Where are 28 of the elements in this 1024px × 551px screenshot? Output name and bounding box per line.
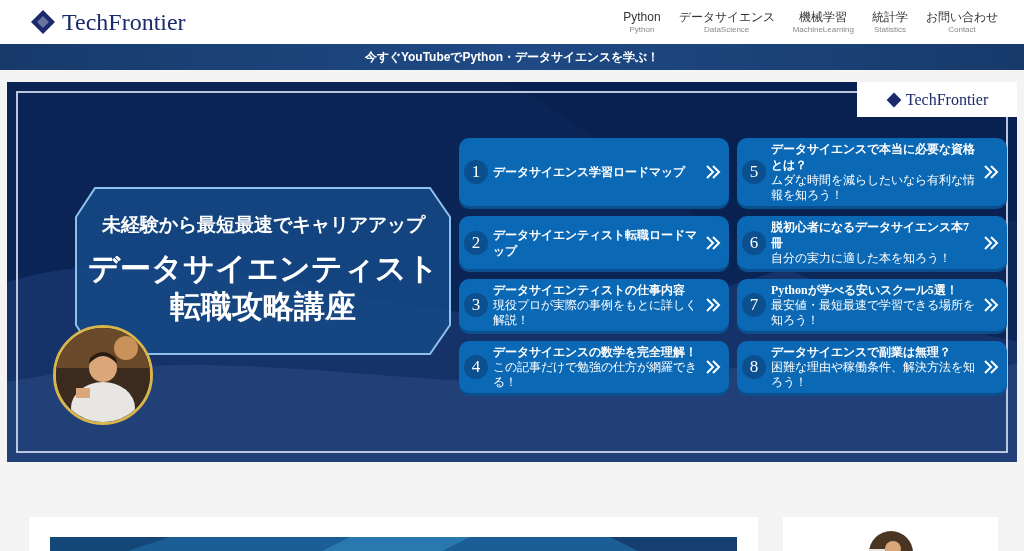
logo-text: TechFrontier (905, 89, 989, 110)
double-chevron-icon (983, 234, 999, 251)
article-link-button[interactable]: 7 Pythonが学べる安いスクール5選！ 最安値・最短最速で学習できる場所を知ろう！ (737, 279, 1007, 331)
double-chevron-icon (983, 164, 999, 180)
nav-link[interactable]: 統計学 Statistics (872, 10, 908, 34)
double-chevron-icon (705, 297, 721, 313)
article-link-button[interactable]: 2 データサイエンティスト転職ロードマップ (459, 216, 729, 269)
tagline: 未経験から最短最速でキャリアアップ (101, 213, 425, 237)
article-link-button[interactable]: 5 データサイエンスで本当に必要な資格とは？ ムダな時間を減らしたいなら有利な情報を知ろう！ (737, 138, 1007, 206)
article-link-button[interactable]: 6 脱初心者になるデータサイエンス本7冊 自分の実力に適した本を知ろう！ (737, 216, 1007, 269)
nav-link[interactable]: データサイエンス DataScience (678, 10, 775, 34)
banner-title-line: 転職攻略講座 (170, 287, 356, 326)
article-link-button[interactable]: 8 データサイエンスで副業は無理？ 困難な理由や稼働条件、解決方法を知ろう！ (737, 341, 1007, 393)
banner-title-line: データサイエンティスト (87, 249, 439, 288)
article-link-button[interactable]: 1 データサイエンス学習ロードマップ (459, 138, 729, 206)
site-logo[interactable]: TechFrontier (62, 4, 186, 40)
article-link-button[interactable]: 3 データサイエンティストの仕事内容 現役プロが実際の事例をもとに詳しく解説！ (459, 279, 729, 331)
double-chevron-icon (983, 297, 999, 313)
double-chevron-icon (705, 164, 721, 180)
logo-icon (885, 91, 902, 108)
double-chevron-icon (705, 359, 721, 375)
double-chevron-icon (705, 234, 721, 251)
article-link-button[interactable]: 4 データサイエンスの数学を完全理解！ この記事だけで勉強の仕方が網羅できる！ (459, 341, 729, 393)
double-chevron-icon (983, 359, 999, 375)
nav-link[interactable]: Python Python (623, 10, 661, 34)
logo-icon (30, 9, 56, 35)
nav-link[interactable]: 機械学習 MachineLearning (792, 10, 854, 34)
nav-link[interactable]: お問い合わせ Contact (926, 10, 998, 34)
